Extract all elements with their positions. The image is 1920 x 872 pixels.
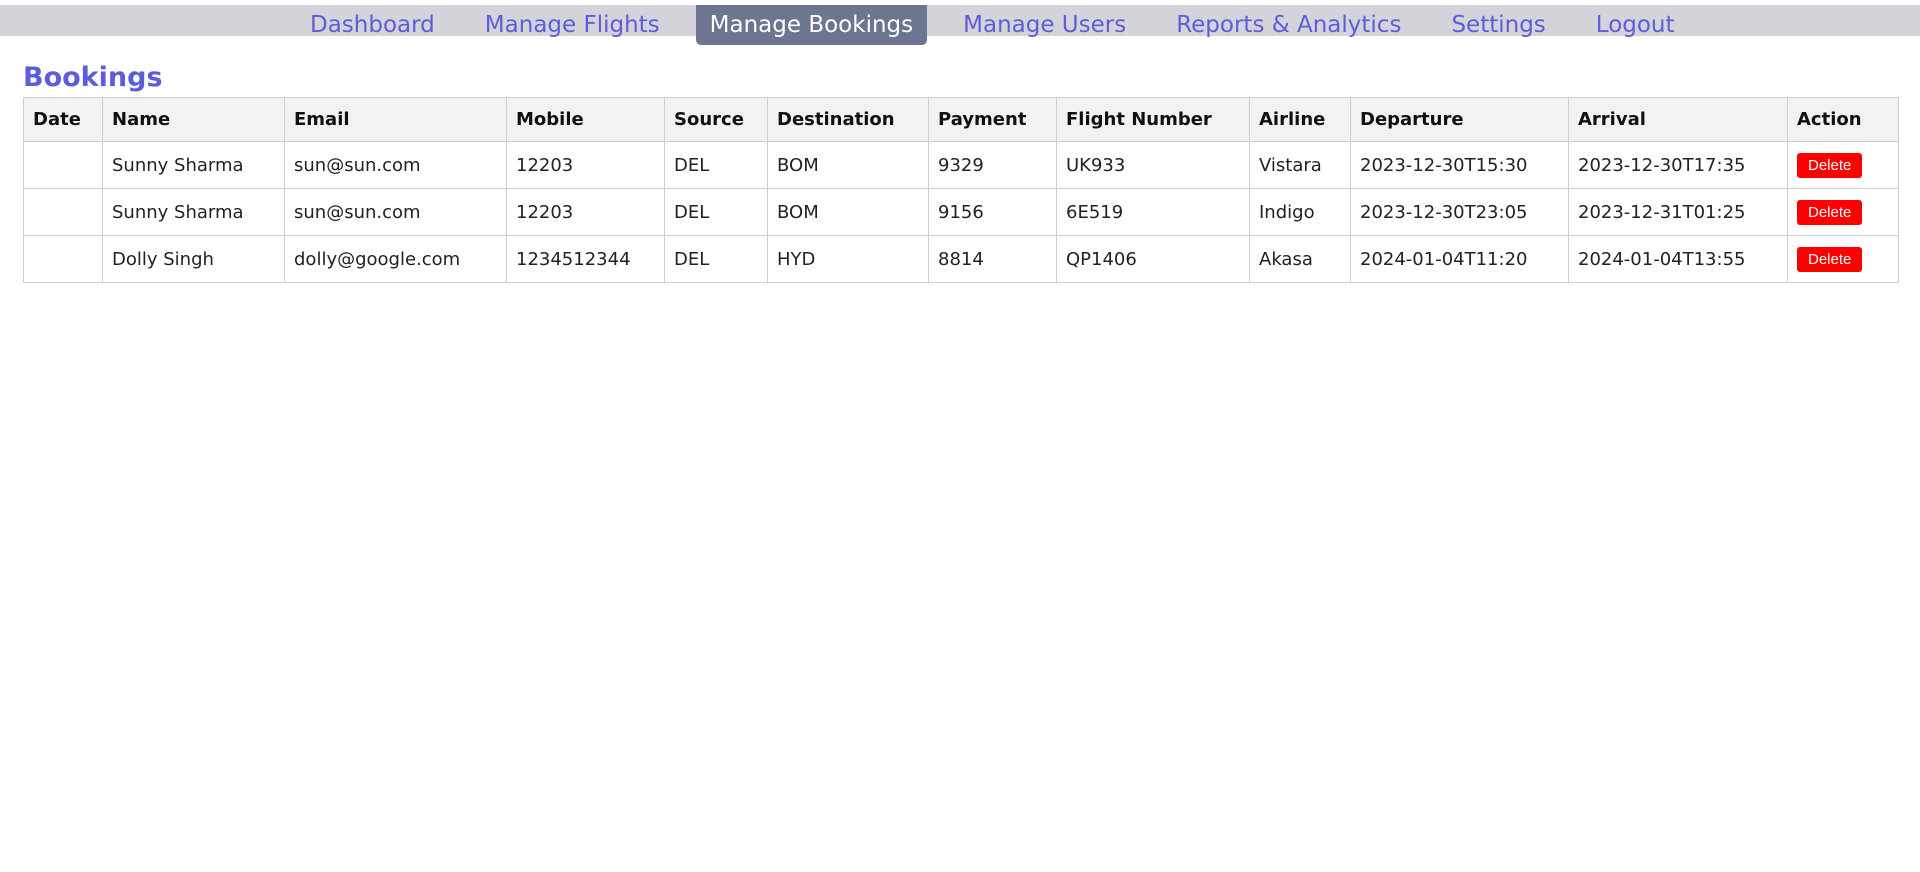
delete-button[interactable]: Delete (1797, 199, 1863, 225)
cell-flight-number: 6E519 (1056, 188, 1250, 236)
delete-button[interactable]: Delete (1797, 152, 1863, 178)
col-header-departure: Departure (1350, 97, 1569, 142)
nav-item-manage-users[interactable]: Manage Users (949, 5, 1140, 45)
cell-email: sun@sun.com (284, 188, 507, 236)
table-row: Dolly Singh dolly@google.com 1234512344 … (23, 235, 1899, 283)
col-header-date: Date (23, 97, 103, 142)
cell-action: Delete (1787, 235, 1899, 283)
bookings-table: Date Name Email Mobile Source Destinatio… (23, 97, 1899, 283)
col-header-source: Source (664, 97, 768, 142)
cell-departure: 2023-12-30T15:30 (1350, 141, 1569, 189)
cell-airline: Akasa (1249, 235, 1351, 283)
cell-date (23, 235, 103, 283)
cell-email: sun@sun.com (284, 141, 507, 189)
table-row: Sunny Sharma sun@sun.com 12203 DEL BOM 9… (23, 188, 1899, 236)
cell-date (23, 141, 103, 189)
col-header-arrival: Arrival (1568, 97, 1788, 142)
col-header-destination: Destination (767, 97, 929, 142)
cell-source: DEL (664, 188, 768, 236)
cell-departure: 2024-01-04T11:20 (1350, 235, 1569, 283)
table-row: Sunny Sharma sun@sun.com 12203 DEL BOM 9… (23, 141, 1899, 189)
cell-action: Delete (1787, 141, 1899, 189)
cell-mobile: 12203 (506, 141, 665, 189)
nav-item-reports-analytics[interactable]: Reports & Analytics (1162, 5, 1415, 45)
nav-item-manage-bookings[interactable]: Manage Bookings (695, 5, 928, 45)
cell-flight-number: UK933 (1056, 141, 1250, 189)
cell-name: Sunny Sharma (102, 141, 285, 189)
cell-payment: 9156 (928, 188, 1057, 236)
col-header-name: Name (102, 97, 285, 142)
col-header-airline: Airline (1249, 97, 1351, 142)
nav-item-logout[interactable]: Logout (1582, 5, 1689, 45)
nav-item-dashboard[interactable]: Dashboard (296, 5, 449, 45)
cell-payment: 8814 (928, 235, 1057, 283)
col-header-email: Email (284, 97, 507, 142)
col-header-payment: Payment (928, 97, 1057, 142)
cell-payment: 9329 (928, 141, 1057, 189)
cell-departure: 2023-12-30T23:05 (1350, 188, 1569, 236)
cell-destination: BOM (767, 141, 929, 189)
cell-action: Delete (1787, 188, 1899, 236)
table-header-row: Date Name Email Mobile Source Destinatio… (23, 97, 1899, 142)
cell-arrival: 2023-12-30T17:35 (1568, 141, 1788, 189)
col-header-flight-number: Flight Number (1056, 97, 1250, 142)
cell-name: Sunny Sharma (102, 188, 285, 236)
cell-airline: Vistara (1249, 141, 1351, 189)
cell-source: DEL (664, 141, 768, 189)
cell-airline: Indigo (1249, 188, 1351, 236)
cell-date (23, 188, 103, 236)
cell-destination: BOM (767, 188, 929, 236)
cell-name: Dolly Singh (102, 235, 285, 283)
page-title: Bookings (23, 62, 163, 93)
delete-button[interactable]: Delete (1797, 246, 1863, 272)
cell-destination: HYD (767, 235, 929, 283)
cell-arrival: 2023-12-31T01:25 (1568, 188, 1788, 236)
cell-flight-number: QP1406 (1056, 235, 1250, 283)
cell-arrival: 2024-01-04T13:55 (1568, 235, 1788, 283)
col-header-action: Action (1787, 97, 1899, 142)
cell-email: dolly@google.com (284, 235, 507, 283)
cell-mobile: 1234512344 (506, 235, 665, 283)
nav-item-settings[interactable]: Settings (1437, 5, 1559, 45)
cell-source: DEL (664, 235, 768, 283)
cell-mobile: 12203 (506, 188, 665, 236)
main-nav: Dashboard Manage Flights Manage Bookings… (296, 5, 1711, 45)
nav-item-manage-flights[interactable]: Manage Flights (471, 5, 674, 45)
col-header-mobile: Mobile (506, 97, 665, 142)
